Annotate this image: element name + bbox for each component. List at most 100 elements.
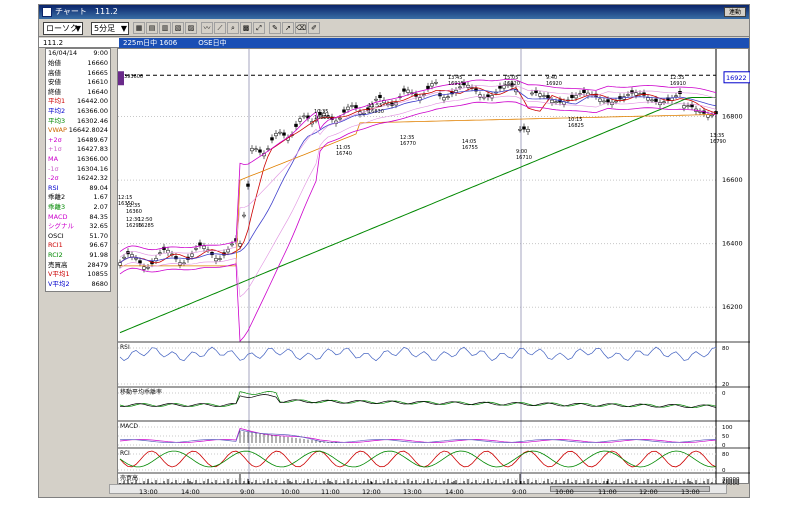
link-button[interactable]: 連動 [724, 7, 746, 17]
chart-svg[interactable]: 16800166001640016200393606 1692212:351636… [118, 49, 750, 485]
candle [350, 105, 354, 107]
data-row: -2σ 16242.32 [46, 174, 110, 184]
interval-value: 5分足 [94, 24, 116, 33]
candle [582, 89, 586, 94]
rsi-line [119, 346, 717, 362]
price-axis-label: 16400 [722, 240, 743, 248]
candle [546, 95, 550, 99]
price-annotation-value: 16755 [462, 145, 478, 151]
draw-icon[interactable]: ✐ [308, 22, 320, 34]
candle [530, 92, 534, 95]
price-axis-label: 16200 [722, 303, 743, 311]
data-row-label: 売買高 [48, 260, 68, 269]
data-row-value: 89.04 [89, 183, 108, 192]
chart-settings-icon[interactable]: ▩ [240, 22, 252, 34]
candle [706, 114, 710, 118]
candle [118, 262, 122, 266]
data-row: +1σ 16427.83 [46, 145, 110, 155]
candle [194, 248, 198, 250]
cursor-icon[interactable]: ➚ [282, 22, 294, 34]
data-row-label: RCI1 [48, 241, 63, 250]
data-row: V平均2 8680 [46, 280, 110, 290]
candle [690, 104, 694, 108]
data-row-value: 16489.67 [76, 135, 108, 144]
candle [134, 257, 138, 260]
data-row: 高値 16665 [46, 69, 110, 79]
data-row-value: 16366.00 [76, 155, 108, 163]
zoom-icon[interactable]: ⌕ [227, 22, 239, 34]
data-row: MACD 84.35 [46, 213, 110, 223]
dashed-line-label: 393606 [124, 74, 143, 80]
candle [602, 100, 606, 103]
line-chart-icon[interactable]: 〰 [201, 22, 213, 34]
price-axis-label: 16800 [722, 113, 743, 121]
data-row-label: V平均2 [48, 279, 70, 288]
candle [646, 97, 650, 101]
candle [554, 101, 558, 103]
symbol-code[interactable]: 111.2 [43, 38, 63, 48]
data-row: RSI 89.04 [46, 184, 110, 194]
price-annotation-value: 16805 [314, 115, 330, 121]
candle [614, 100, 618, 103]
bb-lower1-line [119, 95, 717, 298]
candle [266, 148, 270, 150]
indicator-icon[interactable]: ▨ [185, 22, 197, 34]
app-icon [42, 7, 52, 17]
candle [246, 183, 250, 187]
data-row: RCI2 91.98 [46, 251, 110, 261]
candle [294, 123, 298, 127]
expand-icon[interactable]: ⤢ [253, 22, 265, 34]
current-price-label: 16922 [726, 74, 747, 82]
candle [338, 117, 342, 120]
interval-select[interactable]: 5分足 ▼ [91, 22, 129, 35]
candle [138, 260, 142, 264]
bb-lower-line [119, 101, 717, 343]
data-row-label: 安値 [48, 78, 61, 87]
data-row-label: 高値 [48, 68, 61, 77]
price-annotation-value: 16350 [118, 201, 134, 207]
candle [214, 258, 218, 262]
candle [542, 95, 546, 97]
candle [182, 262, 186, 265]
grid-icon[interactable]: ▥ [159, 22, 171, 34]
candle [250, 148, 254, 152]
time-axis-label: 11:00 [321, 488, 340, 496]
data-row-label: 平均2 [48, 107, 66, 115]
candle [274, 133, 278, 137]
pencil-icon[interactable]: ✎ [269, 22, 281, 34]
chart-type-select[interactable]: ローソク ▼ [43, 22, 83, 35]
macd-line [119, 427, 717, 443]
candle [518, 129, 522, 131]
kairi2-line [119, 394, 717, 408]
data-row-label: 始値 [48, 59, 61, 67]
time-axis-label: 13:00 [139, 488, 158, 496]
candle [406, 89, 410, 93]
data-row-label: 終値 [48, 87, 61, 96]
data-row-value: 16640 [87, 87, 108, 96]
time-axis-label: 10:00 [555, 488, 574, 496]
title-bar[interactable]: チャート 111.2 連動 [39, 5, 749, 19]
data-row-value: 16442.00 [76, 97, 108, 106]
time-axis-label: 13:00 [681, 488, 700, 496]
trend-icon[interactable]: ⟋ [214, 22, 226, 34]
candle [142, 266, 146, 270]
data-row-label: 平均1 [48, 97, 66, 106]
price-annotation-value: 16360 [126, 209, 142, 215]
data-date-row: 16/04/14 9:00 [46, 49, 110, 59]
data-row-label: VWAP [48, 126, 67, 135]
candle [166, 249, 170, 254]
candle [458, 86, 462, 89]
data-row-value: 16302.46 [76, 116, 108, 125]
bar-chart-icon[interactable]: ▦ [133, 22, 145, 34]
price-annotation-value: 16790 [710, 139, 726, 145]
table-icon[interactable]: ▧ [172, 22, 184, 34]
time-axis-label: 14:00 [181, 488, 200, 496]
chart-area[interactable]: 16800 16600 16400 16200 393606 16922 12:35 1636… [117, 48, 750, 485]
time-axis-label: 9:00 [512, 488, 527, 496]
candle [354, 105, 358, 109]
candle-chart-icon[interactable]: ▤ [146, 22, 158, 34]
code-bar: 111.2 225m日中 1606 OSE日中 [39, 38, 749, 48]
kairi-axis-label: 0 [722, 391, 726, 397]
macd-pane-label: MACD [120, 423, 138, 430]
eraser-icon[interactable]: ⌫ [295, 22, 307, 34]
